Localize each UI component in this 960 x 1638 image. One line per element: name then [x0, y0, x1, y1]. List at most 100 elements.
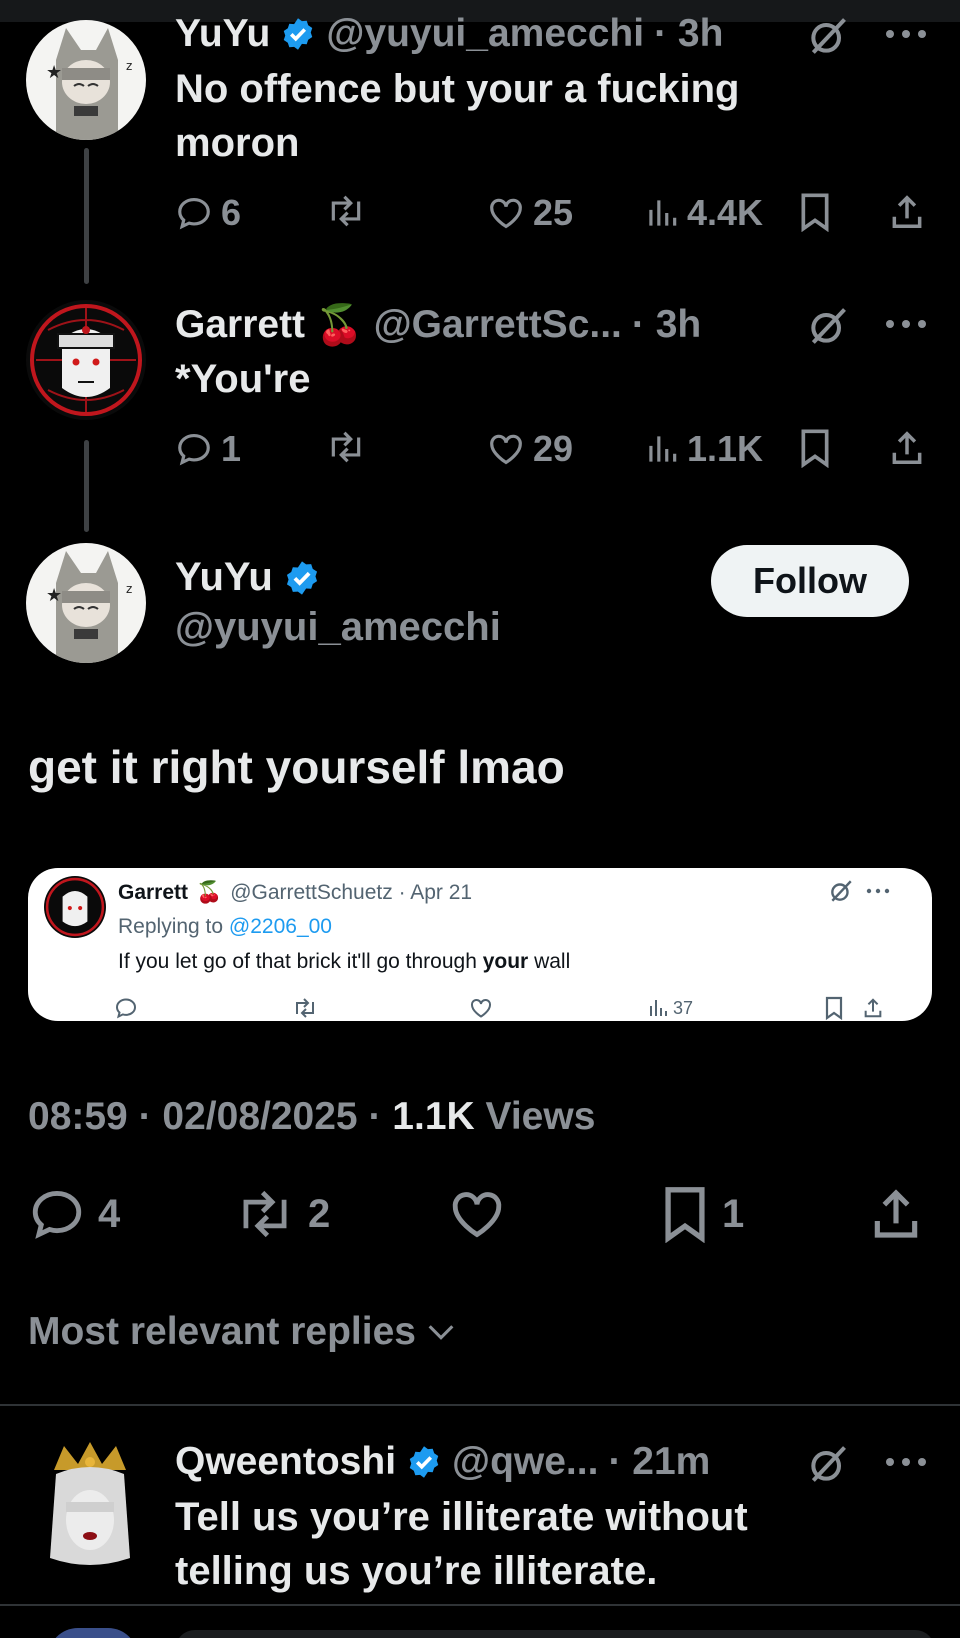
avatar-qweentoshi[interactable]	[40, 1440, 140, 1570]
quote-author-handle: @GarrettSchuetz · Apr 21	[230, 880, 473, 904]
tweet-timestamp[interactable]: 08:59	[28, 1095, 128, 1138]
author-handle[interactable]: @GarrettSc...	[374, 303, 622, 347]
thread-connector	[84, 148, 89, 284]
cherry-emoji: 🍒	[315, 303, 364, 348]
tweet-date[interactable]: 02/08/2025	[162, 1095, 357, 1138]
retweet-button[interactable]: 2	[234, 1185, 330, 1243]
quote-text-bold: your	[482, 950, 529, 973]
quote-text: If you let go of that brick it'll go thr…	[118, 950, 570, 974]
thread-connector	[84, 440, 89, 532]
reply-header: Qweentoshi @qwe... · 21m	[175, 1440, 710, 1484]
reply-composer[interactable]	[175, 1630, 935, 1638]
views-count: 1.1K	[687, 428, 764, 469]
tweet-meta: 08:59 · 02/08/2025 · 1.1K Views	[28, 1095, 596, 1138]
share-icon[interactable]	[888, 192, 926, 232]
divider	[0, 1404, 960, 1406]
reply-button[interactable]: 1	[175, 428, 241, 470]
more-icon[interactable]	[884, 26, 928, 42]
grok-icon[interactable]	[806, 1442, 850, 1486]
views-icon	[649, 200, 677, 226]
retweet-icon	[331, 195, 361, 227]
svg-text:z: z	[126, 59, 132, 73]
author-handle[interactable]: @qwe...	[452, 1440, 598, 1484]
reply-count: 6	[221, 192, 242, 233]
quote-text-part: wall	[528, 950, 571, 973]
svg-text:★: ★	[46, 585, 62, 606]
verified-icon	[286, 560, 317, 595]
main-tweet-actions: 4 2 1	[0, 1185, 960, 1245]
share-icon	[864, 998, 882, 1018]
main-author-name[interactable]: YuYu	[175, 555, 321, 600]
reply-icon	[32, 1191, 82, 1239]
views-count: 4.4K	[687, 192, 764, 233]
bookmark-button[interactable]: 1	[660, 1185, 744, 1243]
tweet-time[interactable]: · 3h	[654, 12, 723, 56]
like-icon	[471, 998, 491, 1018]
like-button[interactable]	[448, 1185, 506, 1243]
replying-prefix: Replying to	[118, 915, 224, 938]
reply-icon	[115, 998, 137, 1019]
tweet-actions: 1 29 1.1K	[175, 428, 930, 478]
svg-text:★: ★	[46, 62, 62, 83]
views-button[interactable]: 1.1K	[645, 428, 763, 470]
verified-icon	[284, 18, 313, 50]
divider	[0, 1604, 960, 1606]
tweet-time[interactable]: · 3h	[632, 303, 701, 347]
verified-icon	[409, 1446, 439, 1478]
author-name[interactable]: YuYu	[175, 555, 273, 600]
author-name[interactable]: Garrett	[175, 303, 305, 347]
views-icon	[650, 1000, 667, 1016]
more-icon[interactable]	[884, 316, 928, 332]
quote-author-name: Garrett	[118, 880, 189, 904]
share-icon[interactable]	[868, 1185, 924, 1243]
reply-sort-dropdown[interactable]: Most relevant replies	[28, 1310, 458, 1354]
tweet-text: No offence but your a fucking moron	[175, 67, 740, 165]
like-icon	[490, 198, 522, 229]
main-tweet-text: get it right yourself lmao	[28, 741, 565, 793]
chevron-down-icon	[428, 1325, 454, 1340]
avatar-garrett[interactable]	[26, 300, 146, 420]
grok-icon[interactable]	[806, 14, 850, 58]
like-icon	[452, 1192, 502, 1238]
reply-icon	[178, 433, 210, 466]
quote-header: Garrett 🍒 @GarrettSchuetz · Apr 21	[118, 880, 472, 905]
reply-icon	[178, 197, 210, 230]
more-icon[interactable]	[884, 1454, 928, 1470]
sort-label: Most relevant replies	[28, 1310, 416, 1353]
views-button[interactable]: 4.4K	[645, 192, 763, 234]
quote-text-part: If you let go of that brick it'll go thr…	[118, 950, 483, 973]
bookmark-icon[interactable]	[797, 192, 833, 232]
author-handle[interactable]: @yuyui_amecchi	[326, 12, 644, 56]
quote-avatar	[44, 876, 106, 938]
tweet-text: *You're	[175, 357, 311, 401]
retweet-button[interactable]	[325, 192, 367, 230]
like-button[interactable]: 25	[487, 192, 573, 234]
share-icon[interactable]	[888, 428, 926, 468]
avatar-yuyu[interactable]: ★ z	[26, 543, 146, 663]
retweet-button[interactable]	[325, 428, 367, 466]
avatar-yuyu[interactable]: ★ z	[26, 20, 146, 140]
follow-button[interactable]: Follow	[711, 545, 909, 617]
quote-replying-to: Replying to @2206_00	[118, 915, 332, 939]
reply-button[interactable]: 6	[175, 192, 241, 234]
author-name[interactable]: YuYu	[175, 12, 270, 56]
quoted-screenshot[interactable]: Garrett 🍒 @GarrettSchuetz · Apr 21 Reply…	[28, 868, 932, 1021]
cherry-emoji: 🍒	[196, 880, 223, 904]
tweet-header: Garrett 🍒 @GarrettSc... · 3h	[175, 302, 701, 348]
bookmark-icon[interactable]	[797, 428, 833, 468]
bookmark-icon	[825, 996, 843, 1020]
avatar	[48, 1628, 138, 1638]
like-button[interactable]: 29	[487, 428, 573, 470]
quote-views: 37	[648, 996, 693, 1020]
main-author-handle[interactable]: @yuyui_amecchi	[175, 605, 501, 650]
grok-icon[interactable]	[806, 304, 850, 348]
reply-count: 1	[221, 428, 242, 469]
author-name[interactable]: Qweentoshi	[175, 1440, 396, 1484]
retweet-icon	[243, 1190, 287, 1238]
reply-button[interactable]: 4	[28, 1185, 120, 1243]
grok-icon	[831, 880, 852, 902]
quote-views-count: 37	[673, 997, 694, 1018]
quote-actions: 37	[28, 996, 932, 1020]
tweet-time[interactable]: · 21m	[608, 1440, 710, 1484]
svg-text:z: z	[126, 582, 132, 596]
